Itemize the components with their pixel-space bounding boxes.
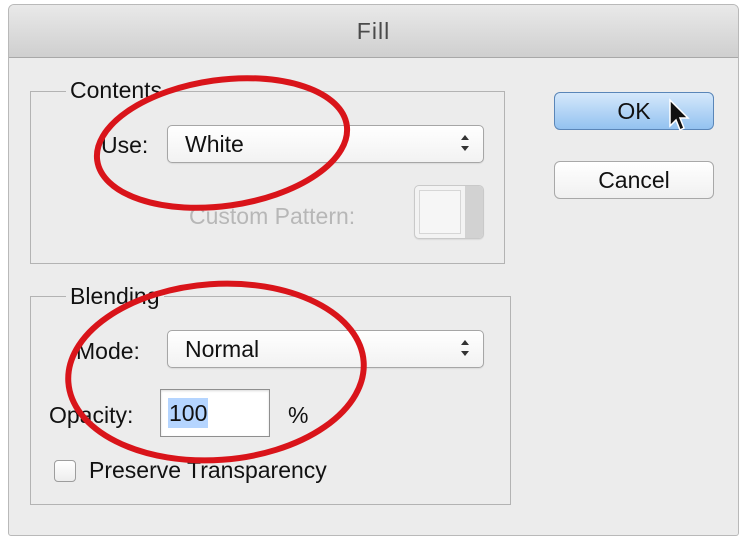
fill-dialog: Fill Contents Use: White Custom Pattern:…	[8, 4, 739, 536]
blending-group-label: Blending	[66, 283, 164, 310]
mode-label: Mode:	[76, 338, 140, 364]
ok-button[interactable]: OK	[554, 92, 714, 130]
opacity-input-value: 100	[168, 398, 209, 428]
title-bar[interactable]: Fill	[9, 5, 738, 58]
ok-button-label: OK	[617, 98, 651, 124]
mode-select[interactable]: Normal	[167, 330, 484, 368]
use-select-value: White	[185, 131, 244, 157]
mode-select-value: Normal	[185, 336, 260, 362]
opacity-input[interactable]: 100	[160, 389, 270, 437]
preserve-transparency-checkbox[interactable]	[54, 460, 76, 482]
pattern-swatch	[419, 190, 461, 234]
use-label: Use:	[101, 132, 149, 158]
pattern-arrow-strip	[465, 186, 483, 238]
use-select[interactable]: White	[167, 125, 484, 163]
contents-group-label: Contents	[66, 77, 167, 104]
custom-pattern-picker	[414, 185, 484, 239]
select-arrows-icon	[461, 135, 469, 151]
cancel-button-label: Cancel	[598, 167, 670, 193]
opacity-unit: %	[288, 402, 309, 428]
dialog-title: Fill	[356, 18, 391, 44]
custom-pattern-label: Custom Pattern:	[189, 203, 356, 229]
select-arrows-icon	[461, 340, 469, 356]
cancel-button[interactable]: Cancel	[554, 161, 714, 199]
preserve-transparency-label[interactable]: Preserve Transparency	[89, 457, 327, 484]
opacity-label: Opacity:	[49, 402, 134, 428]
